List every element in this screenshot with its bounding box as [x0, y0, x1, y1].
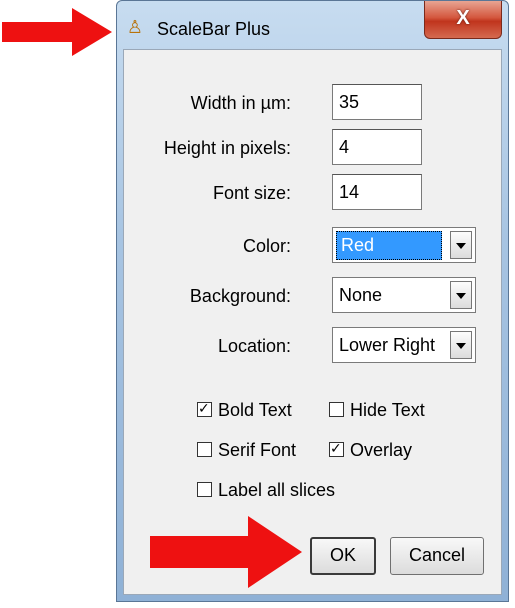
location-label: Location:	[217, 336, 291, 356]
close-button[interactable]: X	[424, 1, 502, 39]
window-title: ScaleBar Plus	[157, 19, 271, 39]
color-select[interactable]: Red	[332, 227, 476, 263]
height-label: Height in pixels:	[163, 138, 291, 158]
overlay-checkbox[interactable]: Overlay	[329, 439, 413, 461]
background-label: Background:	[189, 286, 291, 306]
annotation-arrow-title	[2, 8, 112, 56]
serif-font-label: Serif Font	[218, 440, 297, 460]
color-value: Red	[336, 231, 442, 260]
chevron-down-icon[interactable]	[450, 281, 472, 309]
location-select[interactable]: Lower Right	[332, 327, 476, 363]
location-value: Lower Right	[339, 335, 436, 355]
bold-text-label: Bold Text	[218, 400, 292, 420]
checkbox-unchecked-icon[interactable]	[197, 482, 212, 497]
font-size-label: Font size:	[212, 183, 291, 203]
hide-text-checkbox[interactable]: Hide Text	[329, 400, 425, 421]
label-all-slices-label: Label all slices	[218, 480, 336, 500]
font-size-input[interactable]	[332, 174, 422, 210]
overlay-label: Overlay	[350, 440, 413, 460]
chevron-down-icon[interactable]	[450, 231, 472, 259]
chevron-down-icon[interactable]	[450, 331, 472, 359]
width-label: Width in µm:	[190, 93, 291, 113]
close-icon: X	[456, 7, 470, 29]
ok-button[interactable]: OK	[310, 537, 376, 575]
checkbox-unchecked-icon[interactable]	[329, 402, 344, 417]
cancel-button[interactable]: Cancel	[390, 537, 484, 575]
microscope-icon: ♙	[126, 17, 144, 37]
height-input[interactable]	[332, 129, 422, 165]
checkbox-checked-icon[interactable]	[329, 439, 344, 457]
serif-font-checkbox[interactable]: Serif Font	[197, 440, 296, 461]
checkbox-checked-icon[interactable]	[197, 399, 212, 417]
bold-text-checkbox[interactable]: Bold Text	[197, 399, 292, 421]
annotation-arrow-ok	[150, 516, 302, 588]
color-label: Color:	[242, 236, 291, 256]
background-select[interactable]: None	[332, 277, 476, 313]
label-all-slices-checkbox[interactable]: Label all slices	[197, 480, 335, 501]
title-bar[interactable]: ♙ ScaleBar Plus X	[117, 1, 508, 49]
hide-text-label: Hide Text	[350, 400, 425, 420]
checkbox-unchecked-icon[interactable]	[197, 442, 212, 457]
background-value: None	[339, 285, 383, 305]
width-input[interactable]	[332, 84, 422, 120]
